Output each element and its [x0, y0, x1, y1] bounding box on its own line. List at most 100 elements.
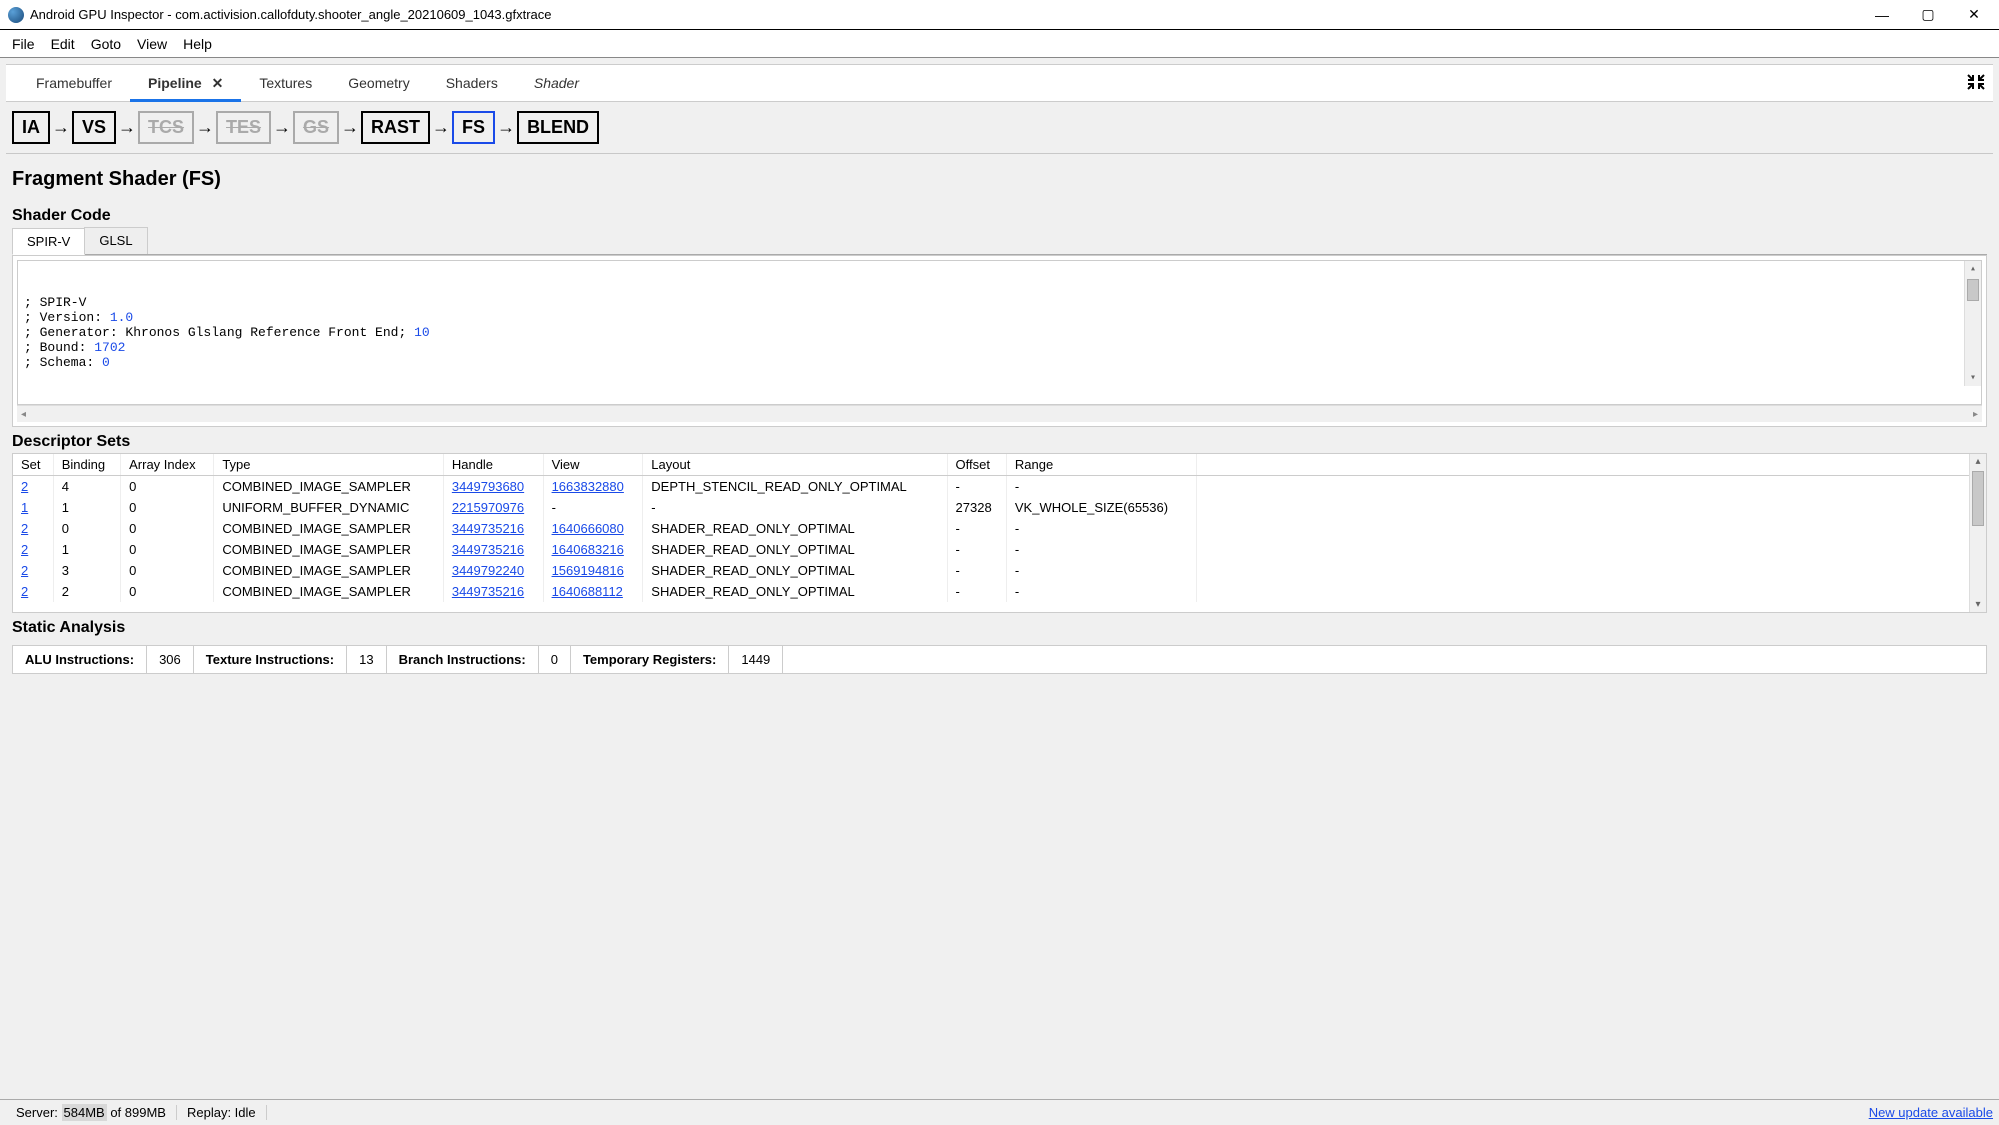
table-row[interactable]: 240COMBINED_IMAGE_SAMPLER344979368016638… [13, 476, 1986, 498]
table-cell: 3449793680 [443, 476, 543, 498]
stage-ia[interactable]: IA [12, 111, 50, 144]
tab-shaders[interactable]: Shaders [428, 66, 516, 100]
table-row[interactable]: 210COMBINED_IMAGE_SAMPLER344973521616406… [13, 539, 1986, 560]
link[interactable]: 2215970976 [452, 500, 524, 515]
table-header[interactable]: Set [13, 454, 53, 476]
table-cell: 3449735216 [443, 539, 543, 560]
link[interactable]: 1640683216 [552, 542, 624, 557]
table-cell: - [947, 560, 1006, 581]
link[interactable]: 2 [21, 563, 28, 578]
menu-file[interactable]: File [4, 32, 43, 56]
table-cell: 2 [13, 518, 53, 539]
code-tab-spirv[interactable]: SPIR-V [12, 228, 85, 255]
tab-shader[interactable]: Shader [516, 66, 597, 100]
table-cell: 1640688112 [543, 581, 643, 602]
scroll-down-icon[interactable]: ▾ [1975, 597, 1980, 612]
scrollbar-vertical[interactable]: ▴ ▾ [1964, 261, 1981, 386]
link[interactable]: 3449792240 [452, 563, 524, 578]
tab-textures[interactable]: Textures [241, 66, 330, 100]
menu-edit[interactable]: Edit [43, 32, 83, 56]
table-cell: - [1006, 539, 1196, 560]
tab-framebuffer[interactable]: Framebuffer [18, 66, 130, 100]
link[interactable]: 2 [21, 479, 28, 494]
static-analysis-box: ALU Instructions:306Texture Instructions… [12, 645, 1987, 674]
scroll-thumb[interactable] [1967, 279, 1979, 301]
metric-label: Branch Instructions: [387, 646, 539, 673]
scroll-up-icon[interactable]: ▴ [1975, 454, 1980, 469]
titlebar: Android GPU Inspector - com.activision.c… [0, 0, 1999, 30]
maximize-button[interactable]: ▢ [1905, 0, 1951, 30]
link[interactable]: 2 [21, 542, 28, 557]
link[interactable]: 1569194816 [552, 563, 624, 578]
window-title: Android GPU Inspector - com.activision.c… [30, 7, 1859, 22]
link[interactable]: 1 [21, 500, 28, 515]
table-header[interactable]: Array Index [121, 454, 214, 476]
table-cell: VK_WHOLE_SIZE(65536) [1006, 497, 1196, 518]
update-link[interactable]: New update available [1869, 1105, 1993, 1120]
stage-tcs[interactable]: TCS [138, 111, 194, 144]
code-line: ; SPIR-V [24, 295, 1975, 310]
tab-geometry[interactable]: Geometry [330, 66, 427, 100]
table-row[interactable]: 200COMBINED_IMAGE_SAMPLER344973521616406… [13, 518, 1986, 539]
content: IA → VS → TCS → TES → GS → RAST → FS → B… [6, 102, 1993, 1099]
code-line: ; Version: 1.0 [24, 310, 1975, 325]
stage-fs[interactable]: FS [452, 111, 495, 144]
menu-goto[interactable]: Goto [83, 32, 129, 56]
table-cell: COMBINED_IMAGE_SAMPLER [214, 476, 444, 498]
tab-pipeline[interactable]: Pipeline ✕ [130, 66, 241, 101]
link[interactable]: 3449735216 [452, 542, 524, 557]
link[interactable]: 3449735216 [452, 521, 524, 536]
scroll-thumb[interactable] [1972, 471, 1984, 526]
table-header[interactable]: View [543, 454, 643, 476]
link[interactable]: 2 [21, 521, 28, 536]
table-cell: 4 [53, 476, 120, 498]
table-cell: - [947, 539, 1006, 560]
menu-view[interactable]: View [129, 32, 175, 56]
collapse-icon[interactable] [1967, 73, 1985, 96]
scrollbar-vertical[interactable]: ▴ ▾ [1969, 454, 1986, 612]
close-button[interactable]: ✕ [1951, 0, 1997, 30]
table-cell: 3449735216 [443, 518, 543, 539]
table-header[interactable]: Offset [947, 454, 1006, 476]
table-header[interactable]: Type [214, 454, 444, 476]
table-cell: 2 [53, 581, 120, 602]
shader-code-text[interactable]: ; SPIR-V; Version: 1.0; Generator: Khron… [17, 260, 1982, 405]
table-cell: COMBINED_IMAGE_SAMPLER [214, 518, 444, 539]
link[interactable]: 1640666080 [552, 521, 624, 536]
scroll-left-icon[interactable]: ◂ [21, 409, 26, 420]
table-cell: 1 [53, 539, 120, 560]
code-tab-glsl[interactable]: GLSL [84, 227, 147, 254]
link[interactable]: 1640688112 [552, 584, 623, 599]
stage-blend[interactable]: BLEND [517, 111, 599, 144]
close-icon[interactable]: ✕ [212, 75, 224, 91]
descriptor-sets-table: SetBindingArray IndexTypeHandleViewLayou… [13, 454, 1986, 602]
table-row[interactable]: 230COMBINED_IMAGE_SAMPLER344979224015691… [13, 560, 1986, 581]
stage-gs[interactable]: GS [293, 111, 339, 144]
table-row[interactable]: 110UNIFORM_BUFFER_DYNAMIC2215970976--273… [13, 497, 1986, 518]
scroll-down-icon[interactable]: ▾ [1970, 370, 1976, 386]
table-cell: 3449792240 [443, 560, 543, 581]
metric-value: 306 [147, 646, 194, 673]
link[interactable]: 3449735216 [452, 584, 524, 599]
scroll-right-icon[interactable]: ▸ [1973, 409, 1978, 420]
table-row[interactable]: 220COMBINED_IMAGE_SAMPLER344973521616406… [13, 581, 1986, 602]
minimize-button[interactable]: — [1859, 0, 1905, 30]
stage-tes[interactable]: TES [216, 111, 271, 144]
table-cell: - [543, 497, 643, 518]
code-line: ; Generator: Khronos Glslang Reference F… [24, 325, 1975, 340]
link[interactable]: 1663832880 [552, 479, 624, 494]
table-header[interactable]: Binding [53, 454, 120, 476]
table-header[interactable]: Handle [443, 454, 543, 476]
link[interactable]: 3449793680 [452, 479, 524, 494]
link[interactable]: 2 [21, 584, 28, 599]
table-cell: COMBINED_IMAGE_SAMPLER [214, 560, 444, 581]
arrow-icon: → [495, 117, 517, 138]
menu-help[interactable]: Help [175, 32, 220, 56]
scroll-up-icon[interactable]: ▴ [1970, 261, 1976, 277]
stage-vs[interactable]: VS [72, 111, 116, 144]
stage-rast[interactable]: RAST [361, 111, 430, 144]
table-header[interactable]: Layout [643, 454, 947, 476]
scrollbar-horizontal[interactable]: ◂ ▸ [17, 405, 1982, 422]
arrow-icon: → [50, 117, 72, 138]
table-header[interactable]: Range [1006, 454, 1196, 476]
